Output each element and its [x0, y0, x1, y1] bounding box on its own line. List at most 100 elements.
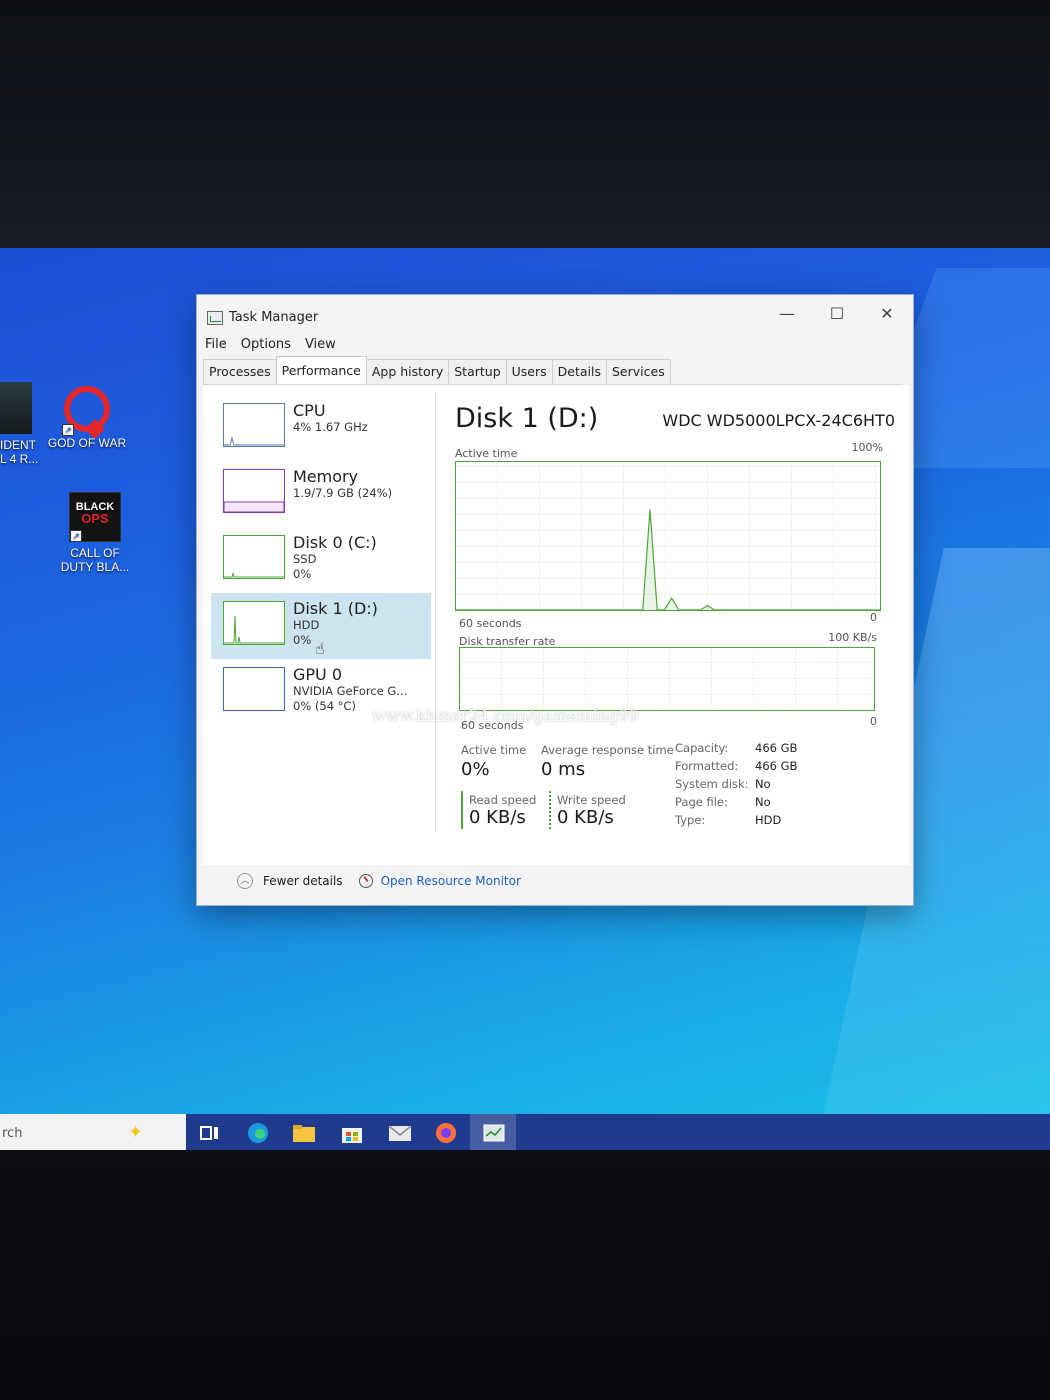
- formatted-value: 466 GB: [755, 759, 798, 773]
- read-speed-label: Read speed: [469, 793, 537, 807]
- active-time-value: 0%: [461, 759, 490, 780]
- minimize-button[interactable]: —: [765, 299, 809, 329]
- menu-view[interactable]: View: [305, 337, 336, 357]
- disk-title: Disk 1 (D:): [455, 403, 599, 434]
- read-speed-marker: [461, 791, 463, 829]
- tab-startup[interactable]: Startup: [448, 359, 507, 385]
- open-resource-monitor-link[interactable]: Open Resource Monitor: [381, 874, 521, 888]
- resource-list: CPU 4% 1.67 GHz Memory 1.9/7.9 GB (24%) …: [211, 395, 431, 725]
- task-view-icon[interactable]: [198, 1122, 222, 1144]
- system-disk-value: No: [755, 777, 771, 791]
- search-highlight-icon: ✦: [128, 1122, 144, 1143]
- menu-file[interactable]: File: [205, 337, 227, 357]
- desktop-icon-label: L 4 R...: [0, 452, 39, 466]
- disk-model: WDC WD5000LPCX-24C6HT0: [662, 411, 895, 430]
- write-speed-label: Write speed: [557, 793, 626, 807]
- tab-details[interactable]: Details: [551, 359, 607, 385]
- transfer-rate-graph: [459, 647, 875, 711]
- formatted-label: Formatted:: [675, 759, 739, 773]
- gpu-mini-graph: [223, 667, 285, 711]
- memory-mini-graph: [223, 469, 285, 513]
- sidebar-item-detail: 0%: [293, 567, 312, 581]
- page-file-label: Page file:: [675, 795, 728, 809]
- store-icon[interactable]: [340, 1122, 364, 1144]
- icon-art-text: OPS: [81, 511, 109, 526]
- transfer-rate-graph-min: 0: [870, 715, 877, 728]
- active-time-line: [456, 509, 880, 611]
- capacity-label: Capacity:: [675, 741, 729, 755]
- sidebar-item-title: CPU: [293, 401, 326, 420]
- type-value: HDD: [755, 813, 782, 827]
- active-time-area: [456, 509, 880, 610]
- tab-strip: Processes Performance App history Startu…: [203, 356, 671, 385]
- tab-services[interactable]: Services: [606, 359, 671, 385]
- transfer-rate-graph-max: 100 KB/s: [828, 631, 877, 644]
- task-manager-window: Task Manager — ☐ ✕ File Options View Pro…: [196, 294, 914, 906]
- sidebar-item-detail: 0%: [293, 633, 312, 647]
- active-time-graph-max: 100%: [851, 441, 883, 454]
- window-title: Task Manager: [229, 310, 319, 325]
- tab-app-history[interactable]: App history: [365, 359, 450, 385]
- menu-options[interactable]: Options: [241, 337, 291, 357]
- write-speed-value: 0 KB/s: [557, 807, 614, 828]
- active-time-series: [456, 509, 880, 611]
- sidebar-item-detail: HDD: [293, 618, 320, 632]
- sidebar-item-title: Disk 0 (C:): [293, 533, 377, 552]
- desktop-icon-god-of-war[interactable]: ↗ GOD OF WAR: [42, 386, 132, 450]
- sidebar-item-detail: 4% 1.67 GHz: [293, 420, 368, 434]
- tab-performance[interactable]: Performance: [275, 356, 367, 384]
- sidebar-item-disk-1[interactable]: Disk 1 (D:) HDD 0% ☝: [211, 593, 431, 659]
- search-text: rch: [2, 1126, 23, 1141]
- active-time-label: Active time: [461, 743, 527, 757]
- hand-cursor-icon: ☝: [315, 639, 325, 658]
- sidebar-item-detail: 1.9/7.9 GB (24%): [293, 486, 393, 500]
- photo-background-bottom: [0, 1150, 1050, 1400]
- chevron-up-icon[interactable]: ︿: [237, 873, 253, 889]
- photo-background-top: [0, 0, 1050, 252]
- active-time-graph-min: 0: [870, 611, 877, 624]
- desktop-icon-label: CALL OF: [70, 546, 120, 560]
- write-speed-marker: [549, 791, 551, 829]
- search-box[interactable]: rch ✦: [0, 1114, 186, 1152]
- response-time-label: Average response time: [541, 743, 674, 757]
- panel-divider: [435, 393, 436, 833]
- cpu-mini-graph: [223, 403, 285, 447]
- desktop-icon-call-of-duty[interactable]: BLACK OPS ↗ CALL OF DUTY BLA...: [50, 492, 140, 574]
- capacity-value: 466 GB: [755, 741, 798, 755]
- disk0-mini-graph: [223, 535, 285, 579]
- sidebar-item-title: Disk 1 (D:): [293, 599, 378, 618]
- sidebar-item-title: Memory: [293, 467, 359, 486]
- sidebar-item-detail: SSD: [293, 552, 317, 566]
- menu-bar: File Options View: [205, 337, 336, 357]
- sidebar-item-disk-0[interactable]: Disk 0 (C:) SSD 0%: [211, 527, 431, 593]
- title-bar[interactable]: Task Manager — ☐ ✕: [197, 295, 913, 335]
- sidebar-item-cpu[interactable]: CPU 4% 1.67 GHz: [211, 395, 431, 461]
- mail-icon[interactable]: [388, 1122, 412, 1144]
- shortcut-arrow-icon: ↗: [62, 424, 74, 436]
- sidebar-item-title: GPU 0: [293, 665, 343, 684]
- maximize-button[interactable]: ☐: [815, 299, 859, 329]
- shortcut-arrow-icon: ↗: [70, 530, 82, 542]
- tab-users[interactable]: Users: [505, 359, 553, 385]
- performance-panel: CPU 4% 1.67 GHz Memory 1.9/7.9 GB (24%) …: [203, 385, 909, 865]
- edge-icon[interactable]: [246, 1122, 270, 1144]
- task-manager-taskbar-icon[interactable]: [482, 1122, 506, 1144]
- resident-evil-icon: [0, 382, 32, 434]
- watermark: www.khmer24.com/gameming99: [372, 706, 639, 725]
- active-time-graph-label: Active time: [455, 447, 518, 460]
- sidebar-item-memory[interactable]: Memory 1.9/7.9 GB (24%): [211, 461, 431, 527]
- sidebar-item-detail: NVIDIA GeForce G...: [293, 684, 408, 698]
- close-button[interactable]: ✕: [865, 299, 909, 329]
- page-file-value: No: [755, 795, 771, 809]
- tab-processes[interactable]: Processes: [203, 359, 277, 385]
- resource-monitor-icon: [358, 874, 373, 888]
- task-manager-icon: [207, 311, 223, 325]
- active-time-graph-span: 60 seconds: [459, 617, 522, 630]
- file-explorer-icon[interactable]: [292, 1122, 316, 1144]
- desktop-icon-label: DUTY BLA...: [60, 560, 130, 574]
- response-time-value: 0 ms: [541, 759, 586, 780]
- fewer-details-link[interactable]: Fewer details: [263, 874, 343, 888]
- firefox-icon[interactable]: [434, 1122, 458, 1144]
- system-disk-label: System disk:: [675, 777, 749, 791]
- type-label: Type:: [675, 813, 706, 827]
